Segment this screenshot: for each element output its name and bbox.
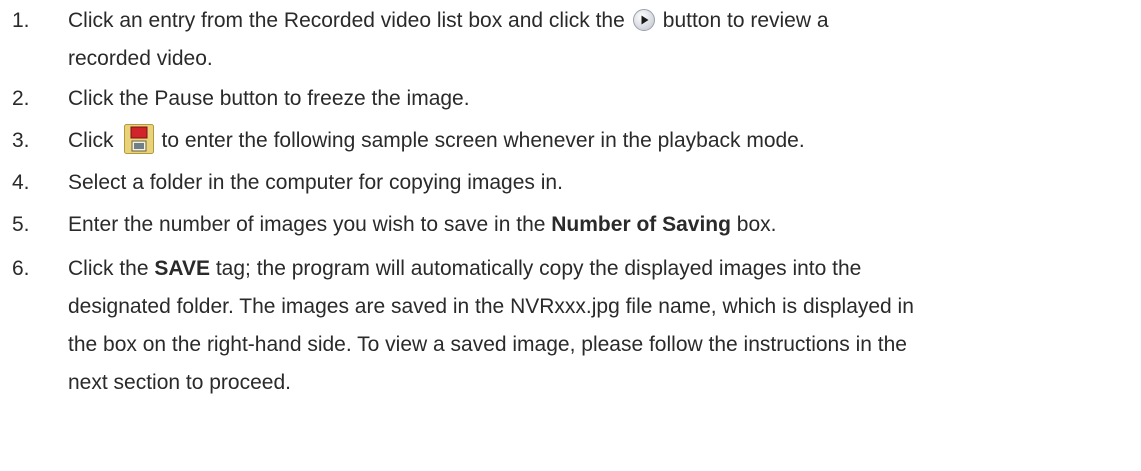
step-number: 5. (12, 213, 30, 236)
step-text: the box on the right-hand side. To view … (68, 333, 907, 356)
step-text: Select a folder in the computer for copy… (68, 171, 563, 194)
step-text: to enter the following sample screen whe… (161, 129, 805, 152)
step-text: tag; the program will automatically copy… (210, 257, 862, 280)
step-number: 3. (12, 129, 30, 152)
instruction-list: 1. Click an entry from the Recorded vide… (0, 0, 1141, 471)
tag-name: SAVE (154, 257, 210, 280)
step-text: Click the Pause button to freeze the ima… (68, 87, 470, 110)
step-text: Click (68, 129, 114, 152)
field-name: Number of Saving (551, 213, 731, 236)
step-number: 4. (12, 171, 30, 194)
step-text: button to review a (662, 9, 829, 32)
step-text: recorded video. (68, 47, 213, 70)
step-text: Enter the number of images you wish to s… (68, 213, 552, 236)
step-number: 6. (12, 257, 30, 280)
step-text: Click the (68, 257, 155, 280)
save-floppy-icon (123, 124, 154, 154)
play-button-icon (632, 7, 656, 31)
step-text: Click an entry from the Recorded video l… (68, 9, 625, 32)
step-text: next section to proceed. (68, 371, 291, 394)
step-text: designated folder. The images are saved … (68, 295, 914, 318)
step-number: 2. (12, 87, 30, 110)
step-number: 1. (12, 9, 30, 32)
step-text: box. (730, 213, 777, 236)
